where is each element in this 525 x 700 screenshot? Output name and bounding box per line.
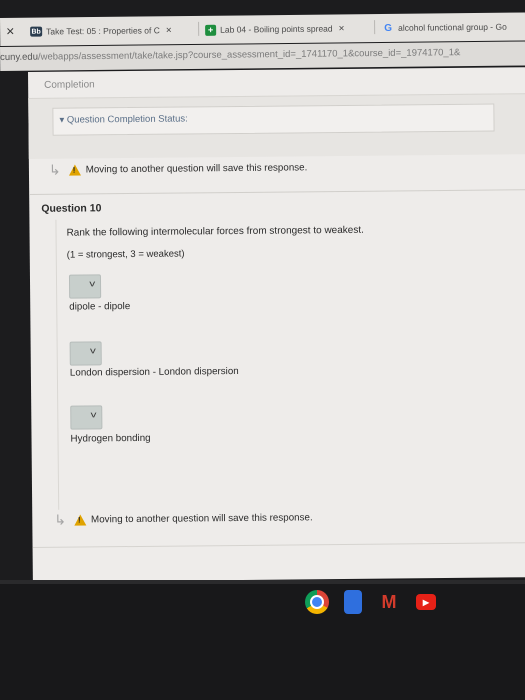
item-label-london: London dispersion - London dispersion — [69, 365, 239, 379]
rank-select-dipole[interactable]: v — [68, 274, 102, 299]
chrome-icon[interactable] — [305, 590, 329, 614]
chevron-down-icon: v — [90, 409, 97, 420]
tab-google-search[interactable]: G alcohol functional group - Go — [382, 18, 507, 37]
tab-lab-04[interactable]: + Lab 04 - Boiling points spread × — [205, 19, 344, 38]
tab-label: Take Test: 05 : Properties of C — [46, 25, 160, 37]
question-body: Rank the following intermolecular forces… — [55, 215, 525, 510]
chevron-down-icon: v — [89, 345, 96, 356]
tab-strip: × Bb Take Test: 05 : Properties of C × +… — [0, 12, 525, 46]
docs-icon[interactable] — [344, 590, 362, 614]
item-label-dipole: dipole - dipole — [69, 301, 131, 313]
url-text[interactable]: cuny.edu/webapps/assessment/take/take.js… — [0, 47, 460, 63]
tab-separator — [374, 20, 376, 35]
screen-edge — [0, 580, 525, 584]
save-warning-top: ↳ Moving to another question will save t… — [49, 159, 308, 178]
tab-label: Lab 04 - Boiling points spread — [220, 23, 333, 35]
tab-label: alcohol functional group - Go — [398, 21, 507, 33]
completion-label: Completion — [44, 79, 95, 91]
divider — [32, 542, 525, 548]
question-title: Question 10 — [41, 202, 102, 215]
gmail-icon[interactable]: M — [377, 590, 401, 614]
save-warning-bottom: ↳ Moving to another question will save t… — [54, 509, 313, 528]
address-bar[interactable]: cuny.edu/webapps/assessment/take/take.js… — [0, 41, 525, 71]
warning-icon — [68, 164, 81, 176]
sheets-icon: + — [205, 24, 217, 36]
url-path: /webapps/assessment/take/take.jsp?course… — [37, 47, 461, 63]
item-label-hydrogen: Hydrogen bonding — [70, 432, 151, 445]
window-close-icon[interactable]: × — [6, 23, 14, 39]
warning-icon — [73, 514, 87, 526]
rank-select-hydrogen[interactable]: v — [70, 405, 103, 430]
test-page: Completion ▾ Question Completion Status:… — [28, 67, 525, 582]
url-host: cuny.edu — [0, 51, 39, 63]
ranking-scale: (1 = strongest, 3 = weakest) — [66, 248, 185, 261]
question-prompt: Rank the following intermolecular forces… — [66, 224, 364, 239]
google-icon: G — [384, 22, 393, 34]
warning-text: Moving to another question will save thi… — [90, 512, 313, 526]
completion-status-toggle[interactable]: ▾ Question Completion Status: — [59, 113, 187, 125]
completion-status-box[interactable]: ▾ Question Completion Status: — [52, 103, 495, 136]
tab-close-icon[interactable]: × — [166, 25, 172, 36]
warning-text: Moving to another question will save thi… — [85, 162, 308, 176]
tab-take-test[interactable]: Bb Take Test: 05 : Properties of C × — [30, 21, 172, 40]
chevron-down-icon: v — [88, 278, 95, 289]
tab-separator — [198, 21, 200, 36]
rank-select-london[interactable]: v — [69, 341, 102, 366]
app-dock: M ▶ — [305, 590, 436, 614]
youtube-icon[interactable]: ▶ — [416, 594, 436, 610]
return-arrow-icon: ↳ — [48, 161, 61, 178]
tab-close-icon[interactable]: × — [339, 23, 345, 34]
return-arrow-icon: ↳ — [54, 511, 67, 528]
shelf — [0, 580, 525, 700]
blackboard-icon: Bb — [30, 26, 43, 37]
